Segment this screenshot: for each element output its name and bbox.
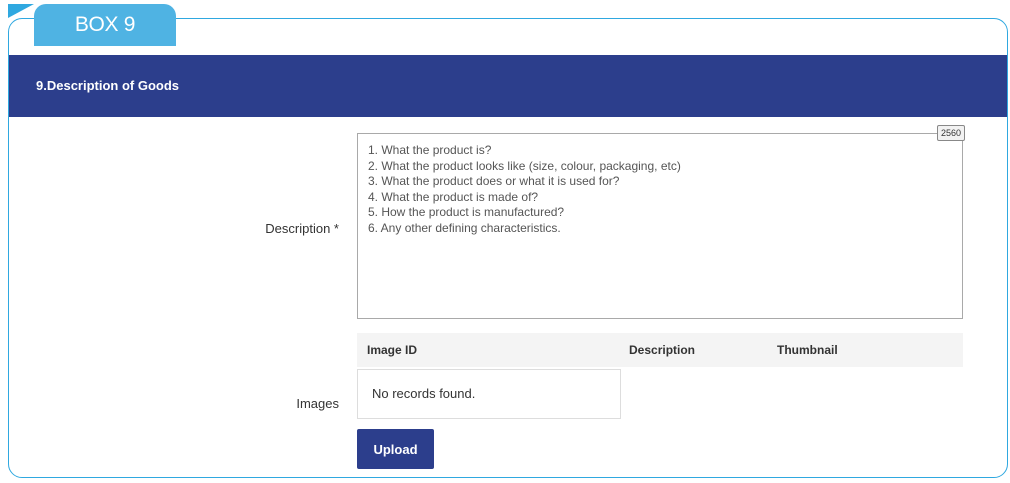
section-title: 9.Description of Goods	[36, 78, 180, 93]
column-header-description: Description	[629, 343, 696, 357]
images-empty-row: No records found.	[357, 369, 621, 419]
tab-notch-decoration	[8, 4, 34, 18]
images-table-header: Image ID Description Thumbnail	[357, 333, 963, 367]
images-label: Images	[296, 396, 339, 411]
description-label: Description *	[265, 221, 339, 236]
column-header-image-id: Image ID	[367, 343, 418, 357]
description-textarea[interactable]: 1. What the product is? 2. What the prod…	[357, 133, 963, 319]
section-header: 9.Description of Goods	[9, 55, 1007, 117]
char-counter-badge: 2560	[937, 125, 966, 141]
upload-button[interactable]: Upload	[357, 429, 434, 469]
box-tab: BOX 9	[34, 4, 176, 46]
column-header-thumbnail: Thumbnail	[777, 343, 838, 357]
box-frame: 9.Description of Goods Description * 1. …	[8, 18, 1008, 478]
